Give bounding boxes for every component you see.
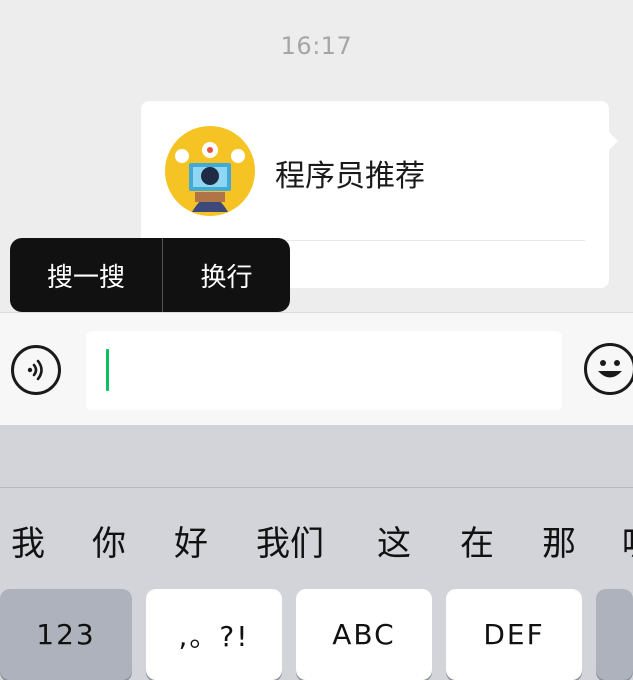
emoji-button[interactable] [584, 343, 633, 395]
punctuation-key[interactable]: ,。?! [146, 589, 282, 680]
candidate-word[interactable]: 呢 [622, 516, 633, 565]
emoji-icon [598, 360, 622, 378]
candidate-word[interactable]: 这 [377, 516, 411, 565]
card-avatar [165, 126, 255, 216]
candidate-word[interactable]: 那 [542, 516, 576, 565]
number-key[interactable]: 123 [0, 589, 132, 680]
candidate-word[interactable]: 在 [460, 516, 494, 565]
abc-key[interactable]: ABC [296, 589, 432, 680]
candidate-bar: 我 你 好 我们 这 在 那 呢 [0, 488, 633, 580]
message-input[interactable] [86, 331, 562, 410]
candidate-word[interactable]: 你 [92, 516, 126, 565]
backspace-key[interactable] [596, 589, 633, 680]
keyboard: 我 你 好 我们 这 在 那 呢 123 ,。?! ABC DEF [0, 425, 633, 680]
card-title: 程序员推荐 [275, 159, 425, 194]
message-input-bar [0, 312, 633, 425]
text-cursor [106, 349, 109, 391]
voice-icon [27, 359, 43, 381]
newline-menu-item[interactable]: 换行 [163, 238, 290, 312]
search-menu-item[interactable]: 搜一搜 [10, 238, 162, 312]
candidate-word[interactable]: 我 [11, 516, 45, 565]
candidate-word[interactable]: 我们 [256, 516, 324, 565]
def-key[interactable]: DEF [446, 589, 582, 680]
keyboard-toolbar [0, 425, 633, 488]
text-context-menu: 搜一搜 换行 [10, 238, 290, 328]
candidate-word[interactable]: 好 [174, 516, 208, 565]
message-timestamp: 16:17 [280, 32, 353, 60]
voice-button[interactable] [11, 345, 61, 395]
